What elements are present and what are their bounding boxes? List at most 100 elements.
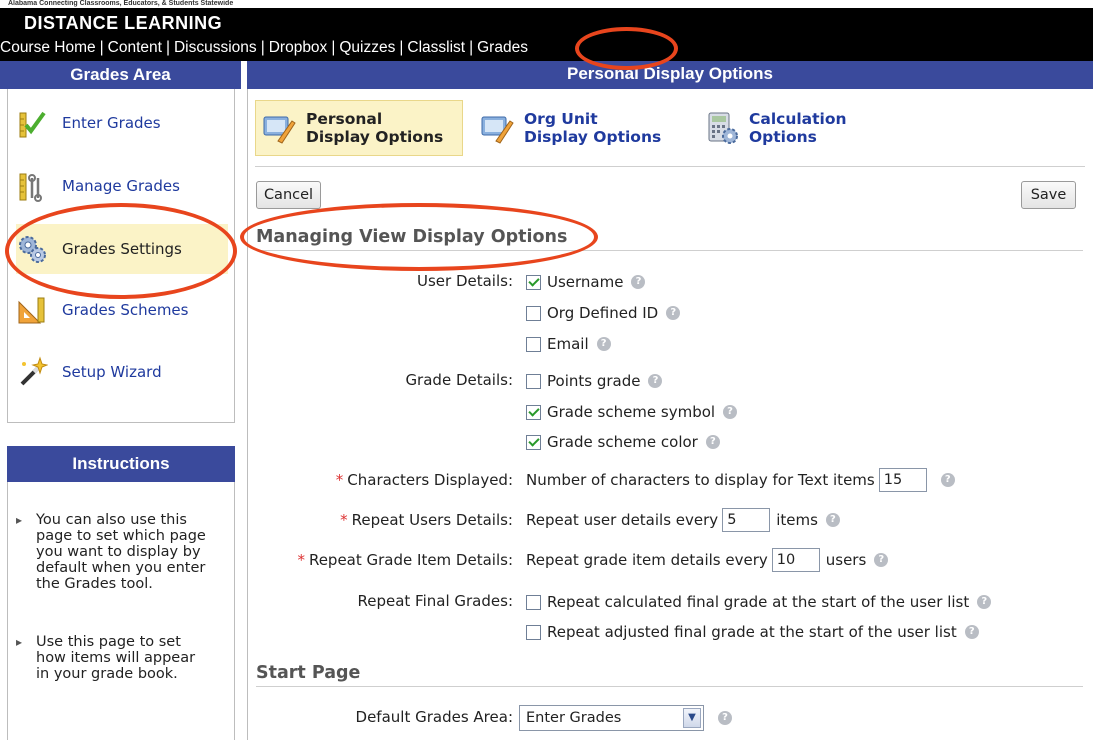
help-icon[interactable]: ?: [631, 275, 646, 289]
tab-label-line2: Options: [749, 128, 817, 146]
tab-label-line1: Personal: [306, 110, 383, 128]
org-unit-display-icon: [481, 116, 514, 144]
site-title: DISTANCE LEARNING: [24, 13, 223, 33]
nav-course-home[interactable]: Course Home: [0, 39, 96, 56]
sidebar-item-enter-grades[interactable]: Enter Grades: [16, 98, 226, 148]
email-checkbox[interactable]: [526, 336, 541, 352]
grades-area-header: Grades Area: [0, 61, 241, 89]
ruler-icon: [18, 297, 45, 324]
grade-scheme-color-checkbox[interactable]: [526, 434, 541, 450]
checkbox-label: Username: [547, 273, 624, 291]
calculator-icon: [708, 112, 738, 144]
characters-input[interactable]: 15: [878, 468, 927, 492]
repeat-users-suffix: items: [776, 511, 818, 529]
nav-content[interactable]: Content: [108, 39, 162, 56]
chevron-down-icon[interactable]: ▼: [683, 708, 701, 728]
instructions-header: Instructions: [7, 446, 235, 482]
divider: [255, 166, 1085, 167]
select-value: Enter Grades: [526, 710, 622, 726]
help-icon[interactable]: ?: [705, 435, 720, 449]
grade-scheme-symbol-checkbox[interactable]: [526, 404, 541, 420]
org-defined-id-checkbox[interactable]: [526, 305, 541, 321]
nav-quizzes[interactable]: Quizzes: [339, 39, 395, 56]
repeat-grade-items-row: Repeat grade item details every 10 users…: [526, 548, 889, 572]
repeat-users-row: Repeat user details every 5 items ?: [526, 508, 840, 532]
tab-label-line1: Calculation: [749, 110, 847, 128]
username-checkbox[interactable]: [526, 274, 541, 290]
nav-classlist[interactable]: Classlist: [407, 39, 465, 56]
help-icon[interactable]: ?: [874, 553, 889, 567]
characters-text: Number of characters to display for Text…: [526, 471, 875, 489]
repeat-grade-items-label: * Repeat Grade Item Details:: [297, 551, 513, 569]
repeat-grade-items-text: Repeat grade item details every: [526, 551, 768, 569]
section-title: Managing View Display Options: [256, 227, 568, 247]
help-icon[interactable]: ?: [718, 711, 732, 725]
instruction-item: You can also use this page to set which …: [16, 512, 206, 592]
sidebar-item-grades-settings[interactable]: Grades Settings: [16, 224, 228, 274]
checkbox-label: Grade scheme color: [547, 433, 698, 451]
nav-dropbox[interactable]: Dropbox: [269, 39, 328, 56]
required-marker: *: [297, 551, 305, 569]
default-grades-area-select[interactable]: Enter Grades ▼: [519, 705, 704, 731]
gears-icon: [19, 236, 46, 263]
characters-displayed-row: Number of characters to display for Text…: [526, 468, 955, 492]
help-icon[interactable]: ?: [666, 306, 681, 320]
course-navbar: Course Home | Content | Discussions | Dropbox |…: [0, 39, 528, 56]
instructions-panel: You can also use this page to set which …: [7, 482, 235, 740]
tab-org-unit-display-options[interactable]: Org Unit Display Options: [480, 105, 700, 151]
help-icon[interactable]: ?: [940, 473, 955, 487]
tab-calculation-options[interactable]: Calculation Options: [705, 105, 885, 151]
tab-personal-display-options[interactable]: Personal Display Options: [255, 100, 463, 156]
user-detail-username: Username ?: [526, 273, 646, 291]
grade-detail-color: Grade scheme color ?: [526, 433, 720, 451]
checkbox-label: Points grade: [547, 372, 641, 390]
checkbox-label: Org Defined ID: [547, 304, 659, 322]
tab-label-line1: Org Unit: [524, 110, 598, 128]
repeat-users-text: Repeat user details every: [526, 511, 719, 529]
nav-discussions[interactable]: Discussions: [174, 39, 257, 56]
default-grades-area-label: Default Grades Area:: [355, 708, 513, 726]
help-icon[interactable]: ?: [648, 374, 663, 388]
user-detail-email: Email ?: [526, 335, 611, 353]
help-icon[interactable]: ?: [825, 513, 840, 527]
checkbox-label: Repeat adjusted final grade at the start…: [547, 623, 957, 641]
cancel-button[interactable]: Cancel: [256, 181, 321, 209]
repeat-users-input[interactable]: 5: [722, 508, 771, 532]
help-icon[interactable]: ?: [964, 625, 979, 639]
sidebar-item-label: Grades Settings: [62, 240, 182, 258]
tagline: Alabama Connecting Classrooms, Educators…: [0, 0, 298, 8]
grade-detail-points: Points grade ?: [526, 372, 663, 390]
repeat-calculated-final-checkbox[interactable]: [526, 594, 541, 610]
sidebar-item-label: Grades Schemes: [62, 301, 189, 319]
enter-grades-icon: [19, 111, 46, 138]
help-icon[interactable]: ?: [977, 595, 992, 609]
manage-grades-icon: [19, 173, 42, 202]
sidebar-item-grades-schemes[interactable]: Grades Schemes: [16, 285, 226, 335]
page-title: Personal Display Options: [247, 61, 1093, 89]
grades-area-panel: Enter Grades Manage Grades Grades Settin…: [7, 89, 235, 423]
save-button[interactable]: Save: [1021, 181, 1076, 209]
user-details-label: User Details:: [416, 272, 513, 290]
divider: [256, 250, 1083, 251]
nav-grades[interactable]: Grades: [477, 39, 528, 56]
repeat-final-grades-label: Repeat Final Grades:: [357, 592, 513, 610]
personal-display-icon: [263, 116, 296, 144]
divider: [256, 686, 1083, 687]
help-icon[interactable]: ?: [723, 405, 738, 419]
grade-details-label: Grade Details:: [405, 371, 513, 389]
checkbox-label: Grade scheme symbol: [547, 403, 716, 421]
required-marker: *: [335, 471, 344, 489]
sidebar-item-manage-grades[interactable]: Manage Grades: [16, 161, 226, 211]
points-grade-checkbox[interactable]: [526, 373, 541, 389]
sidebar-item-setup-wizard[interactable]: Setup Wizard: [16, 347, 226, 397]
wand-icon: [20, 356, 48, 386]
repeat-users-label: * Repeat Users Details:: [340, 511, 513, 529]
help-icon[interactable]: ?: [596, 337, 611, 351]
repeat-adjusted-final-checkbox[interactable]: [526, 624, 541, 640]
user-detail-org-id: Org Defined ID ?: [526, 304, 681, 322]
repeat-grade-items-input[interactable]: 10: [771, 548, 820, 572]
characters-displayed-label: * Characters Displayed:: [335, 471, 513, 489]
required-marker: *: [340, 511, 348, 529]
repeat-calculated-final-row: Repeat calculated final grade at the sta…: [526, 593, 992, 611]
sidebar-item-label: Enter Grades: [62, 114, 161, 132]
